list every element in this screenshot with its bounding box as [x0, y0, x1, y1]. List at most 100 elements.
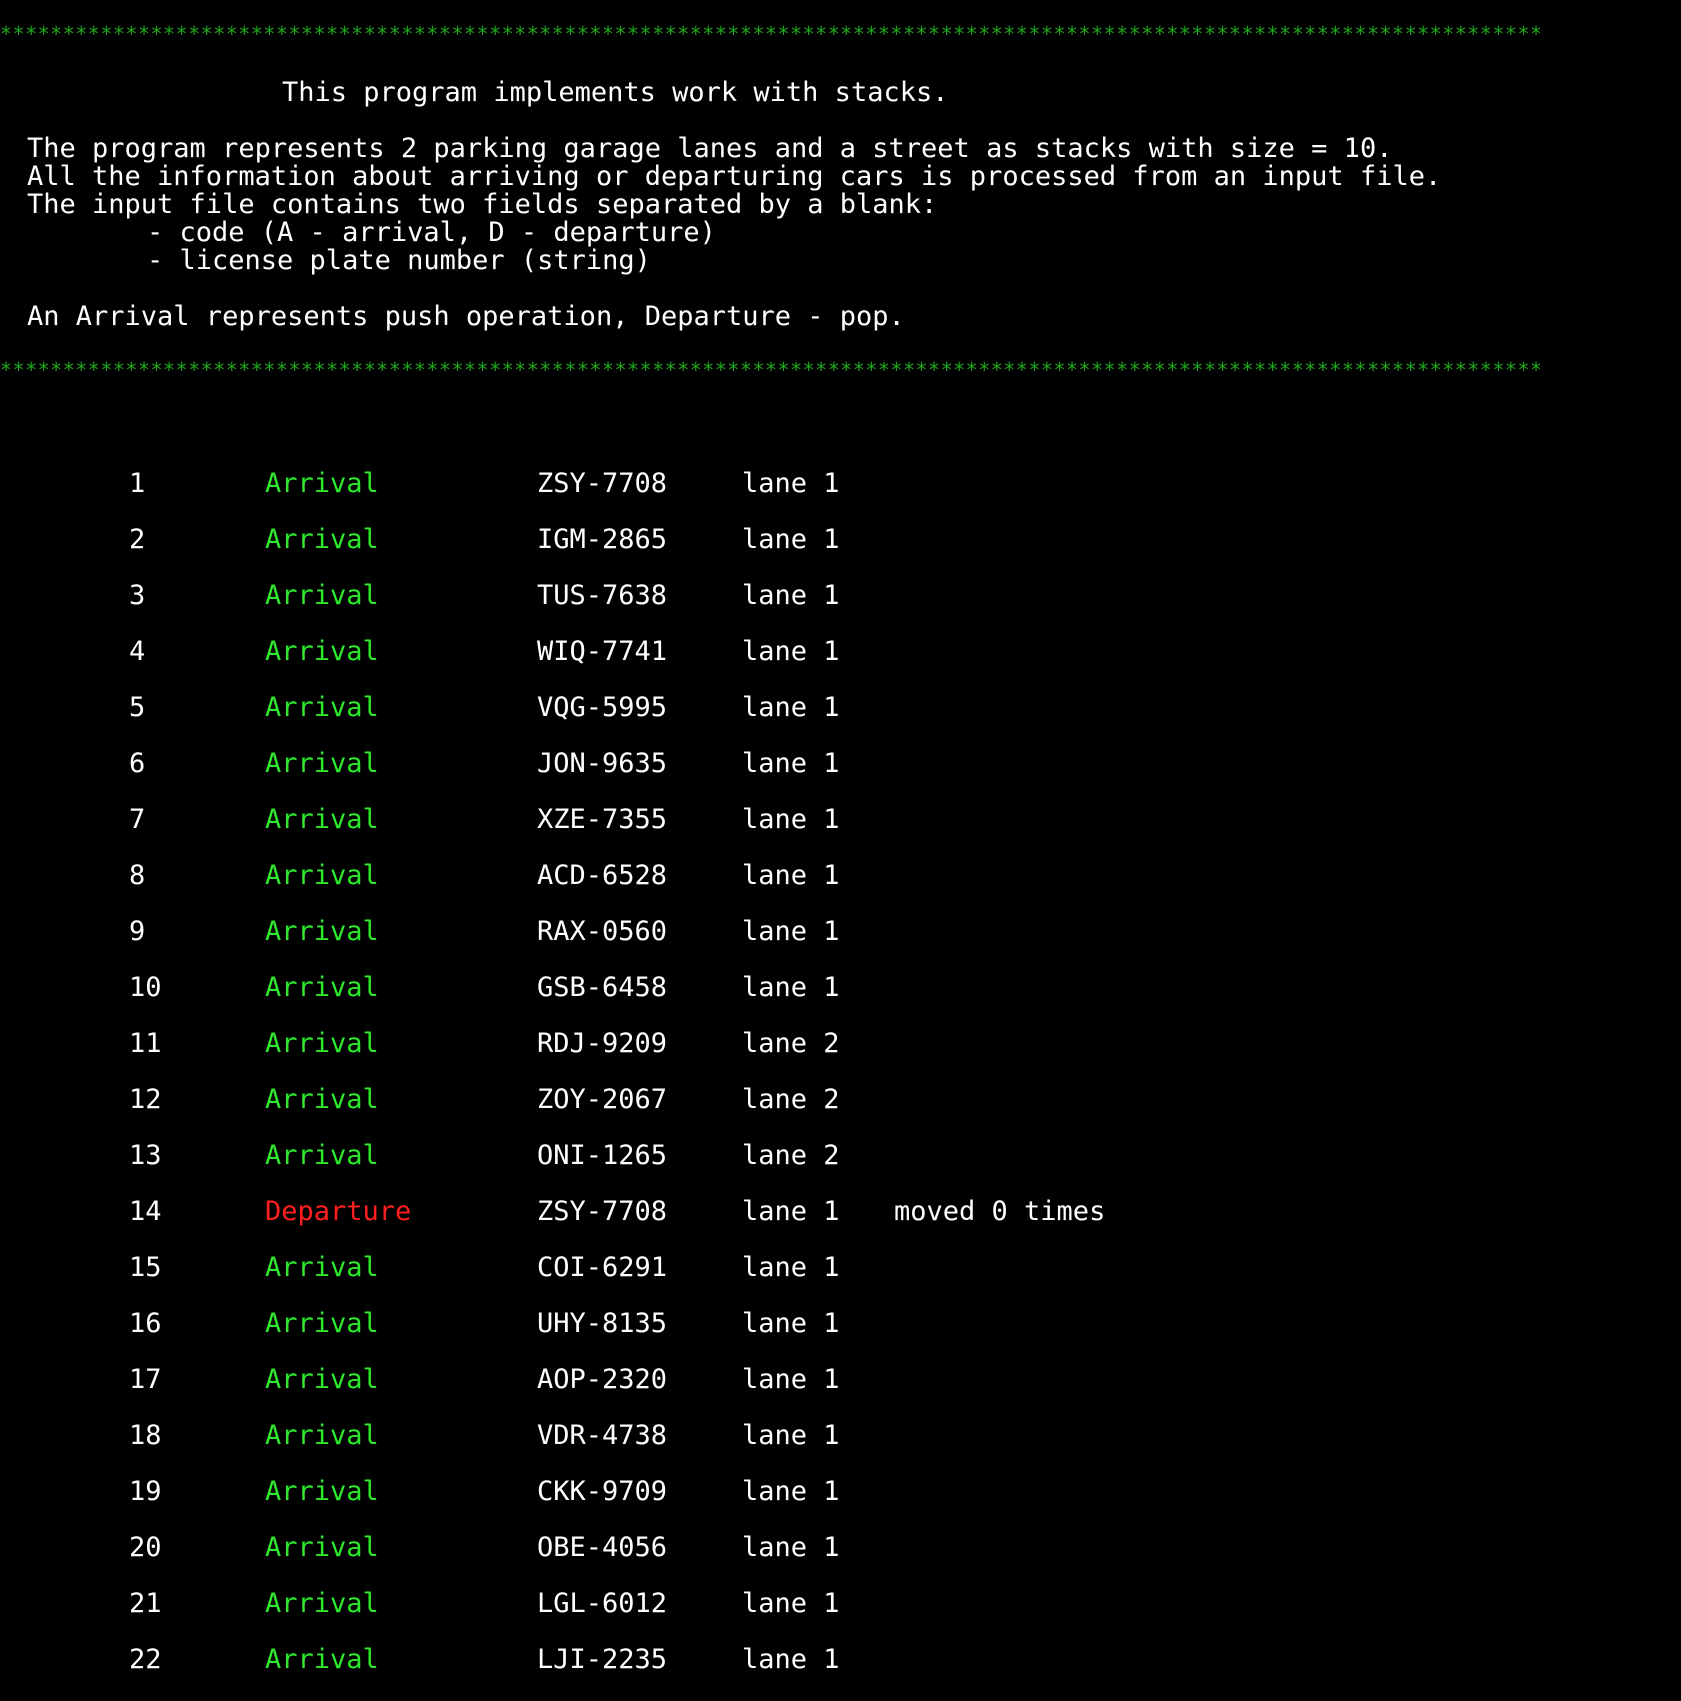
row-number: 14: [129, 1196, 162, 1227]
event-type: Arrival: [265, 692, 379, 723]
lane-label: lane 2: [742, 1028, 840, 1059]
event-type: Arrival: [265, 1364, 379, 1395]
license-plate: XZE-7355: [537, 804, 668, 835]
lane-label: lane 1: [742, 748, 840, 779]
lane-label: lane 1: [742, 916, 840, 947]
row-number: 11: [129, 1028, 162, 1059]
event-type: Arrival: [265, 1308, 379, 1339]
lane-label: lane 1: [742, 580, 840, 611]
license-plate: LJI-2235: [537, 1644, 668, 1675]
row-number: 13: [129, 1140, 162, 1171]
event-type: Arrival: [265, 524, 379, 555]
log-row: 13 Arrival ONI-1265 lane 2: [0, 1128, 1681, 1184]
lane-label: lane 1: [742, 1308, 840, 1339]
event-type: Arrival: [265, 636, 379, 667]
log-row: 4 Arrival WIQ-7741 lane 1: [0, 624, 1681, 680]
license-plate: COI-6291: [537, 1252, 668, 1283]
lane-label: lane 1: [742, 1420, 840, 1451]
event-type: Arrival: [265, 860, 379, 891]
event-type: Departure: [265, 1196, 412, 1227]
log-row: 18 Arrival VDR-4738 lane 1: [0, 1408, 1681, 1464]
event-type: Arrival: [265, 916, 379, 947]
log-row: 6 Arrival JON-9635 lane 1: [0, 736, 1681, 792]
license-plate: OBE-4056: [537, 1532, 668, 1563]
event-type: Arrival: [265, 972, 379, 1003]
log-row: 17 Arrival AOP-2320 lane 1: [0, 1352, 1681, 1408]
license-plate: VDR-4738: [537, 1420, 668, 1451]
lane-label: lane 2: [742, 1140, 840, 1171]
event-type: Arrival: [265, 1140, 379, 1171]
event-type: Arrival: [265, 1252, 379, 1283]
lane-label: lane 1: [742, 692, 840, 723]
license-plate: GSB-6458: [537, 972, 668, 1003]
license-plate: ZSY-7708: [537, 1196, 668, 1227]
description-line-2: All the information about arriving or de…: [27, 161, 1442, 192]
license-plate: ZSY-7708: [537, 468, 668, 499]
log-row: 16 Arrival UHY-8135 lane 1: [0, 1296, 1681, 1352]
log-row: 2 Arrival IGM-2865 lane 1: [0, 512, 1681, 568]
lane-label: lane 1: [742, 1588, 840, 1619]
log-row: 1 Arrival ZSY-7708 lane 1: [0, 456, 1681, 512]
license-plate: AOP-2320: [537, 1364, 668, 1395]
event-type: Arrival: [265, 1588, 379, 1619]
event-type: Arrival: [265, 1476, 379, 1507]
row-number: 22: [129, 1644, 162, 1675]
log-row: 22 Arrival LJI-2235 lane 1: [0, 1632, 1681, 1688]
lane-label: lane 1: [742, 804, 840, 835]
log-row: 14 Departure ZSY-7708 lane 1 moved 0 times: [0, 1184, 1681, 1240]
log-row: 8 Arrival ACD-6528 lane 1: [0, 848, 1681, 904]
lane-label: lane 1: [742, 1252, 840, 1283]
row-number: 4: [129, 636, 146, 667]
license-plate: VQG-5995: [537, 692, 668, 723]
license-plate: ACD-6528: [537, 860, 668, 891]
lane-label: lane 2: [742, 1084, 840, 1115]
log-row: 3 Arrival TUS-7638 lane 1: [0, 568, 1681, 624]
row-number: 19: [129, 1476, 162, 1507]
event-type: Arrival: [265, 804, 379, 835]
event-type: Arrival: [265, 468, 379, 499]
license-plate: JON-9635: [537, 748, 668, 779]
row-number: 9: [129, 916, 146, 947]
row-number: 15: [129, 1252, 162, 1283]
row-number: 17: [129, 1364, 162, 1395]
log-row: 11 Arrival RDJ-9209 lane 2: [0, 1016, 1681, 1072]
event-type: Arrival: [265, 1644, 379, 1675]
license-plate: WIQ-7741: [537, 636, 668, 667]
event-type: Arrival: [265, 748, 379, 779]
license-plate: ZOY-2067: [537, 1084, 668, 1115]
log-row: 20 Arrival OBE-4056 lane 1: [0, 1520, 1681, 1576]
license-plate: RAX-0560: [537, 916, 668, 947]
log-row: 12 Arrival ZOY-2067 lane 2: [0, 1072, 1681, 1128]
lane-label: lane 1: [742, 636, 840, 667]
field-description-code: - code (A - arrival, D - departure): [147, 217, 716, 248]
row-number: 6: [129, 748, 146, 779]
row-number: 16: [129, 1308, 162, 1339]
header-border-bottom: ****************************************…: [0, 358, 1540, 382]
license-plate: RDJ-9209: [537, 1028, 668, 1059]
event-type: Arrival: [265, 1084, 379, 1115]
operation-note: An Arrival represents push operation, De…: [27, 301, 905, 332]
field-description-plate: - license plate number (string): [147, 245, 651, 276]
row-number: 8: [129, 860, 146, 891]
header-border-top: ****************************************…: [0, 22, 1540, 46]
console-output: ****************************************…: [0, 0, 1681, 1701]
row-number: 18: [129, 1420, 162, 1451]
row-number: 7: [129, 804, 146, 835]
row-number: 20: [129, 1532, 162, 1563]
move-note: moved 0 times: [894, 1196, 1106, 1227]
event-type: Arrival: [265, 1532, 379, 1563]
log-row: 21 Arrival LGL-6012 lane 1: [0, 1576, 1681, 1632]
description-line-3: The input file contains two fields separ…: [27, 189, 938, 220]
lane-label: lane 1: [742, 524, 840, 555]
event-type: Arrival: [265, 580, 379, 611]
row-number: 5: [129, 692, 146, 723]
lane-label: lane 1: [742, 860, 840, 891]
license-plate: TUS-7638: [537, 580, 668, 611]
description-line-1: The program represents 2 parking garage …: [27, 133, 1393, 164]
log-row: 19 Arrival CKK-9709 lane 1: [0, 1464, 1681, 1520]
row-number: 1: [129, 468, 146, 499]
lane-label: lane 1: [742, 1476, 840, 1507]
lane-label: lane 1: [742, 972, 840, 1003]
program-title: This program implements work with stacks…: [282, 77, 949, 108]
row-number: 21: [129, 1588, 162, 1619]
